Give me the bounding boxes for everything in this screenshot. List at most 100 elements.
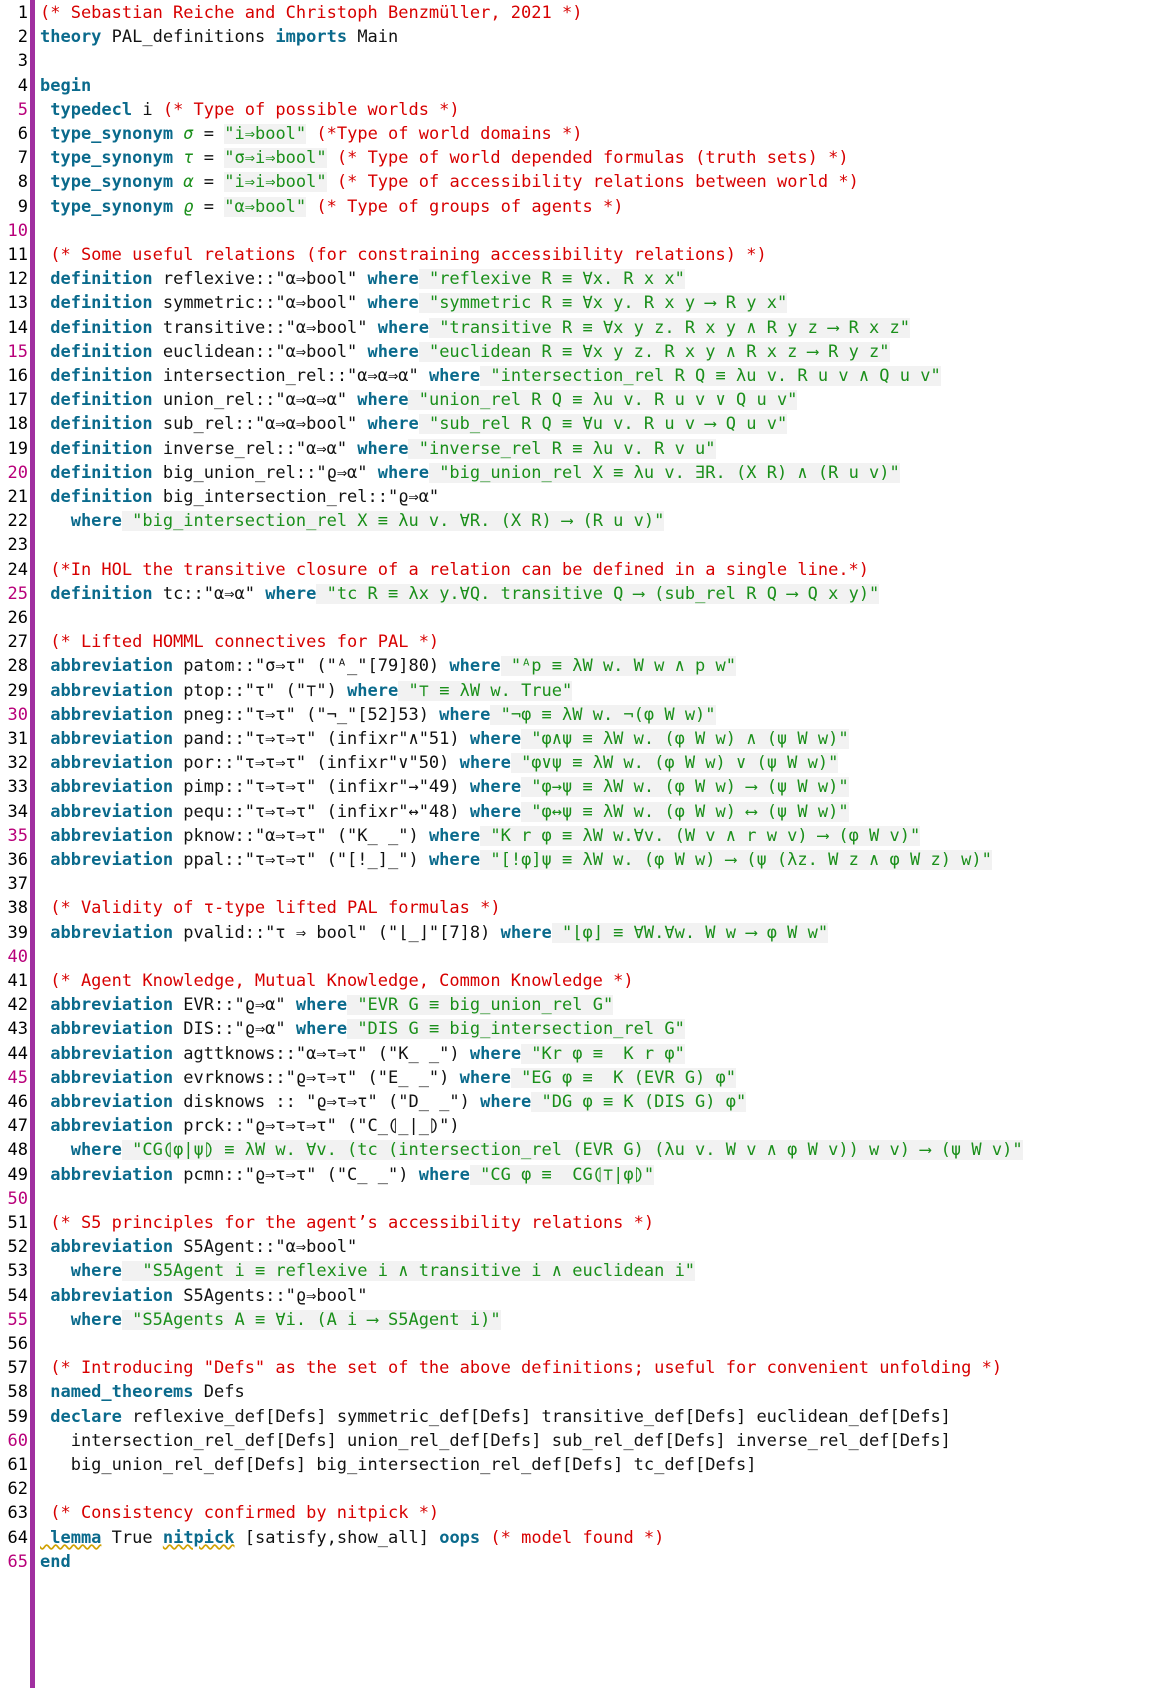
code-line[interactable]: 8 type_synonym α = "i⇒i⇒bool" (* Type of… — [0, 169, 1160, 195]
code-text[interactable]: definition union_rel::"α⇒α⇒α" where "uni… — [40, 387, 798, 413]
code-text[interactable]: abbreviation ptop::"τ" ("⊤") where "⊤ ≡ … — [40, 678, 573, 704]
code-line[interactable]: 45 abbreviation evrknows::"ϱ⇒τ⇒τ" ("E_ _… — [0, 1065, 1160, 1091]
code-line[interactable]: 32 abbreviation por::"τ⇒τ⇒τ" (infixr"∨"5… — [0, 750, 1160, 776]
code-line[interactable]: 58 named_theorems Defs — [0, 1379, 1160, 1405]
code-text[interactable]: intersection_rel_def[Defs] union_rel_def… — [40, 1428, 951, 1454]
code-text[interactable]: type_synonym τ = "σ⇒i⇒bool" (* Type of w… — [40, 145, 849, 171]
code-text[interactable]: definition symmetric::"α⇒bool" where "sy… — [40, 290, 788, 316]
code-text[interactable]: abbreviation pimp::"τ⇒τ⇒τ" (infixr"→"49)… — [40, 774, 849, 800]
code-line[interactable]: 54 abbreviation S5Agents::"ϱ⇒bool" — [0, 1283, 1160, 1309]
code-line[interactable]: 1 (* Sebastian Reiche and Christoph Benzm… — [0, 0, 1160, 26]
code-line[interactable]: 12 definition reflexive::"α⇒bool" where … — [0, 266, 1160, 292]
code-line[interactable]: 19 definition inverse_rel::"α⇒α" where "… — [0, 436, 1160, 462]
code-text[interactable]: abbreviation EVR::"ϱ⇒α" where "EVR G ≡ b… — [40, 992, 614, 1018]
code-line[interactable]: 11 (* Some useful relations (for constra… — [0, 242, 1160, 268]
code-text[interactable]: abbreviation agttknows::"α⇒τ⇒τ" ("K_ _")… — [40, 1041, 685, 1067]
code-line[interactable]: 50 — [0, 1186, 1160, 1212]
code-line[interactable]: 26 — [0, 605, 1160, 631]
code-text[interactable]: where "S5Agents A ≡ ∀i. (A i ⟶ S5Agent i… — [40, 1307, 501, 1333]
code-text[interactable]: abbreviation por::"τ⇒τ⇒τ" (infixr"∨"50) … — [40, 750, 839, 776]
code-text[interactable]: definition reflexive::"α⇒bool" where "re… — [40, 266, 685, 292]
code-text[interactable]: definition inverse_rel::"α⇒α" where "inv… — [40, 436, 716, 462]
code-line[interactable]: 55 where "S5Agents A ≡ ∀i. (A i ⟶ S5Agen… — [0, 1307, 1160, 1333]
code-line[interactable]: 10 — [0, 218, 1160, 244]
code-line[interactable]: 36 abbreviation ppal::"τ⇒τ⇒τ" ("[!_]_") … — [0, 847, 1160, 873]
code-line[interactable]: 22 where "big_intersection_rel X ≡ λu v.… — [0, 508, 1160, 534]
code-line[interactable]: 34 abbreviation pequ::"τ⇒τ⇒τ" (infixr"↔"… — [0, 799, 1160, 825]
code-line[interactable]: 60 intersection_rel_def[Defs] union_rel_… — [0, 1428, 1160, 1454]
code-line[interactable]: 4 begin — [0, 73, 1160, 99]
code-text[interactable]: (* Validity of τ-type lifted PAL formula… — [40, 895, 500, 921]
code-line[interactable]: 30 abbreviation pneg::"τ⇒τ" ("¬_"[52]53)… — [0, 702, 1160, 728]
code-text[interactable]: definition intersection_rel::"α⇒α⇒α" whe… — [40, 363, 941, 389]
code-text[interactable]: theory PAL_definitions imports Main — [40, 24, 398, 50]
code-text[interactable]: definition euclidean::"α⇒bool" where "eu… — [40, 339, 890, 365]
code-text[interactable]: definition big_intersection_rel::"ϱ⇒α" — [40, 484, 439, 510]
code-line[interactable]: 51 (* S5 principles for the agent’s acce… — [0, 1210, 1160, 1236]
code-line[interactable]: 63 (* Consistency confirmed by nitpick *… — [0, 1500, 1160, 1526]
code-text[interactable]: abbreviation pand::"τ⇒τ⇒τ" (infixr"∧"51)… — [40, 726, 849, 752]
code-line[interactable]: 27 (* Lifted HOMML connectives for PAL *… — [0, 629, 1160, 655]
code-line[interactable]: 28 abbreviation patom::"σ⇒τ" ("ᴬ_"[79]80… — [0, 653, 1160, 679]
code-line[interactable]: 61 big_union_rel_def[Defs] big_intersect… — [0, 1452, 1160, 1478]
code-line[interactable]: 48 where "CG⦇φ|ψ⦈ ≡ λW w. ∀v. (tc (inter… — [0, 1137, 1160, 1163]
code-line[interactable]: 38 (* Validity of τ-type lifted PAL form… — [0, 895, 1160, 921]
code-line[interactable]: 53 where "S5Agent i ≡ reflexive i ∧ tran… — [0, 1258, 1160, 1284]
code-line[interactable]: 49 abbreviation pcmn::"ϱ⇒τ⇒τ" ("C_ _") w… — [0, 1162, 1160, 1188]
code-text[interactable]: (*In HOL the transitive closure of a rel… — [40, 557, 869, 583]
code-line[interactable]: 56 — [0, 1331, 1160, 1357]
code-line[interactable]: 3 — [0, 48, 1160, 74]
code-text[interactable]: where "CG⦇φ|ψ⦈ ≡ λW w. ∀v. (tc (intersec… — [40, 1137, 1023, 1163]
code-line[interactable]: 25 definition tc::"α⇒α" where "tc R ≡ λx… — [0, 581, 1160, 607]
code-line[interactable]: 17 definition union_rel::"α⇒α⇒α" where "… — [0, 387, 1160, 413]
code-line[interactable]: 31 abbreviation pand::"τ⇒τ⇒τ" (infixr"∧"… — [0, 726, 1160, 752]
code-text[interactable]: abbreviation pequ::"τ⇒τ⇒τ" (infixr"↔"48)… — [40, 799, 849, 825]
code-line[interactable]: 57 (* Introducing "Defs" as the set of t… — [0, 1355, 1160, 1381]
code-line[interactable]: 5 typedecl i (* Type of possible worlds … — [0, 97, 1160, 123]
code-text[interactable]: (* Introducing "Defs" as the set of the … — [40, 1355, 1002, 1381]
code-line[interactable]: 43 abbreviation DIS::"ϱ⇒α" where "DIS G … — [0, 1016, 1160, 1042]
code-text[interactable]: where "S5Agent i ≡ reflexive i ∧ transit… — [40, 1258, 696, 1284]
code-text[interactable]: definition big_union_rel::"ϱ⇒α" where "b… — [40, 460, 900, 486]
code-line[interactable]: 35 abbreviation pknow::"α⇒τ⇒τ" ("K_ _") … — [0, 823, 1160, 849]
code-line[interactable]: 21 definition big_intersection_rel::"ϱ⇒α… — [0, 484, 1160, 510]
code-text[interactable]: declare reflexive_def[Defs] symmetric_de… — [40, 1404, 951, 1430]
code-line[interactable]: 59 declare reflexive_def[Defs] symmetric… — [0, 1404, 1160, 1430]
code-line[interactable]: 52 abbreviation S5Agent::"α⇒bool" — [0, 1234, 1160, 1260]
code-line[interactable]: 37 — [0, 871, 1160, 897]
code-text[interactable]: type_synonym ϱ = "α⇒bool" (* Type of gro… — [40, 194, 623, 220]
code-line[interactable]: 15 definition euclidean::"α⇒bool" where … — [0, 339, 1160, 365]
code-text[interactable]: (* Agent Knowledge, Mutual Knowledge, Co… — [40, 968, 633, 994]
code-line[interactable]: 16 definition intersection_rel::"α⇒α⇒α" … — [0, 363, 1160, 389]
code-line[interactable]: 42 abbreviation EVR::"ϱ⇒α" where "EVR G … — [0, 992, 1160, 1018]
code-text[interactable]: abbreviation pknow::"α⇒τ⇒τ" ("K_ _") whe… — [40, 823, 921, 849]
code-text[interactable]: lemma True nitpick [satisfy,show_all] oo… — [40, 1525, 664, 1551]
code-line[interactable]: 33 abbreviation pimp::"τ⇒τ⇒τ" (infixr"→"… — [0, 774, 1160, 800]
code-text[interactable]: begin — [40, 73, 91, 99]
code-line[interactable]: 2 theory PAL_definitions imports Main — [0, 24, 1160, 50]
code-line[interactable]: 62 — [0, 1476, 1160, 1502]
code-text[interactable]: type_synonym σ = "i⇒bool" (*Type of worl… — [40, 121, 583, 147]
code-text[interactable]: abbreviation S5Agent::"α⇒bool" — [40, 1234, 357, 1260]
code-line[interactable]: 23 — [0, 532, 1160, 558]
code-text[interactable]: end — [40, 1549, 71, 1575]
code-line[interactable]: 64 lemma True nitpick [satisfy,show_all]… — [0, 1525, 1160, 1551]
code-line[interactable]: 9 type_synonym ϱ = "α⇒bool" (* Type of g… — [0, 194, 1160, 220]
code-line[interactable]: 40 — [0, 944, 1160, 970]
code-text[interactable]: named_theorems Defs — [40, 1379, 244, 1405]
theory-editor[interactable]: 1 (* Sebastian Reiche and Christoph Benzm… — [0, 0, 1160, 1688]
code-text[interactable]: abbreviation patom::"σ⇒τ" ("ᴬ_"[79]80) w… — [40, 653, 736, 679]
code-text[interactable]: where "big_intersection_rel X ≡ λu v. ∀R… — [40, 508, 665, 534]
code-text[interactable]: abbreviation S5Agents::"ϱ⇒bool" — [40, 1283, 367, 1309]
code-line[interactable]: 7 type_synonym τ = "σ⇒i⇒bool" (* Type of… — [0, 145, 1160, 171]
code-text[interactable]: big_union_rel_def[Defs] big_intersection… — [40, 1452, 757, 1478]
code-line[interactable]: 47 abbreviation prck::"ϱ⇒τ⇒τ⇒τ" ("C_⦇_|_… — [0, 1113, 1160, 1139]
code-line[interactable]: 65 end — [0, 1549, 1160, 1575]
code-line[interactable]: 14 definition transitive::"α⇒bool" where… — [0, 315, 1160, 341]
code-line[interactable]: 44 abbreviation agttknows::"α⇒τ⇒τ" ("K_ … — [0, 1041, 1160, 1067]
code-text[interactable]: (* Lifted HOMML connectives for PAL *) — [40, 629, 439, 655]
code-text[interactable]: abbreviation pcmn::"ϱ⇒τ⇒τ" ("C_ _") wher… — [40, 1162, 655, 1188]
code-line[interactable]: 24 (*In HOL the transitive closure of a … — [0, 557, 1160, 583]
code-text[interactable]: abbreviation pvalid::"τ ⇒ bool" ("⌊_⌋"[7… — [40, 920, 829, 946]
code-text[interactable]: definition transitive::"α⇒bool" where "t… — [40, 315, 910, 341]
